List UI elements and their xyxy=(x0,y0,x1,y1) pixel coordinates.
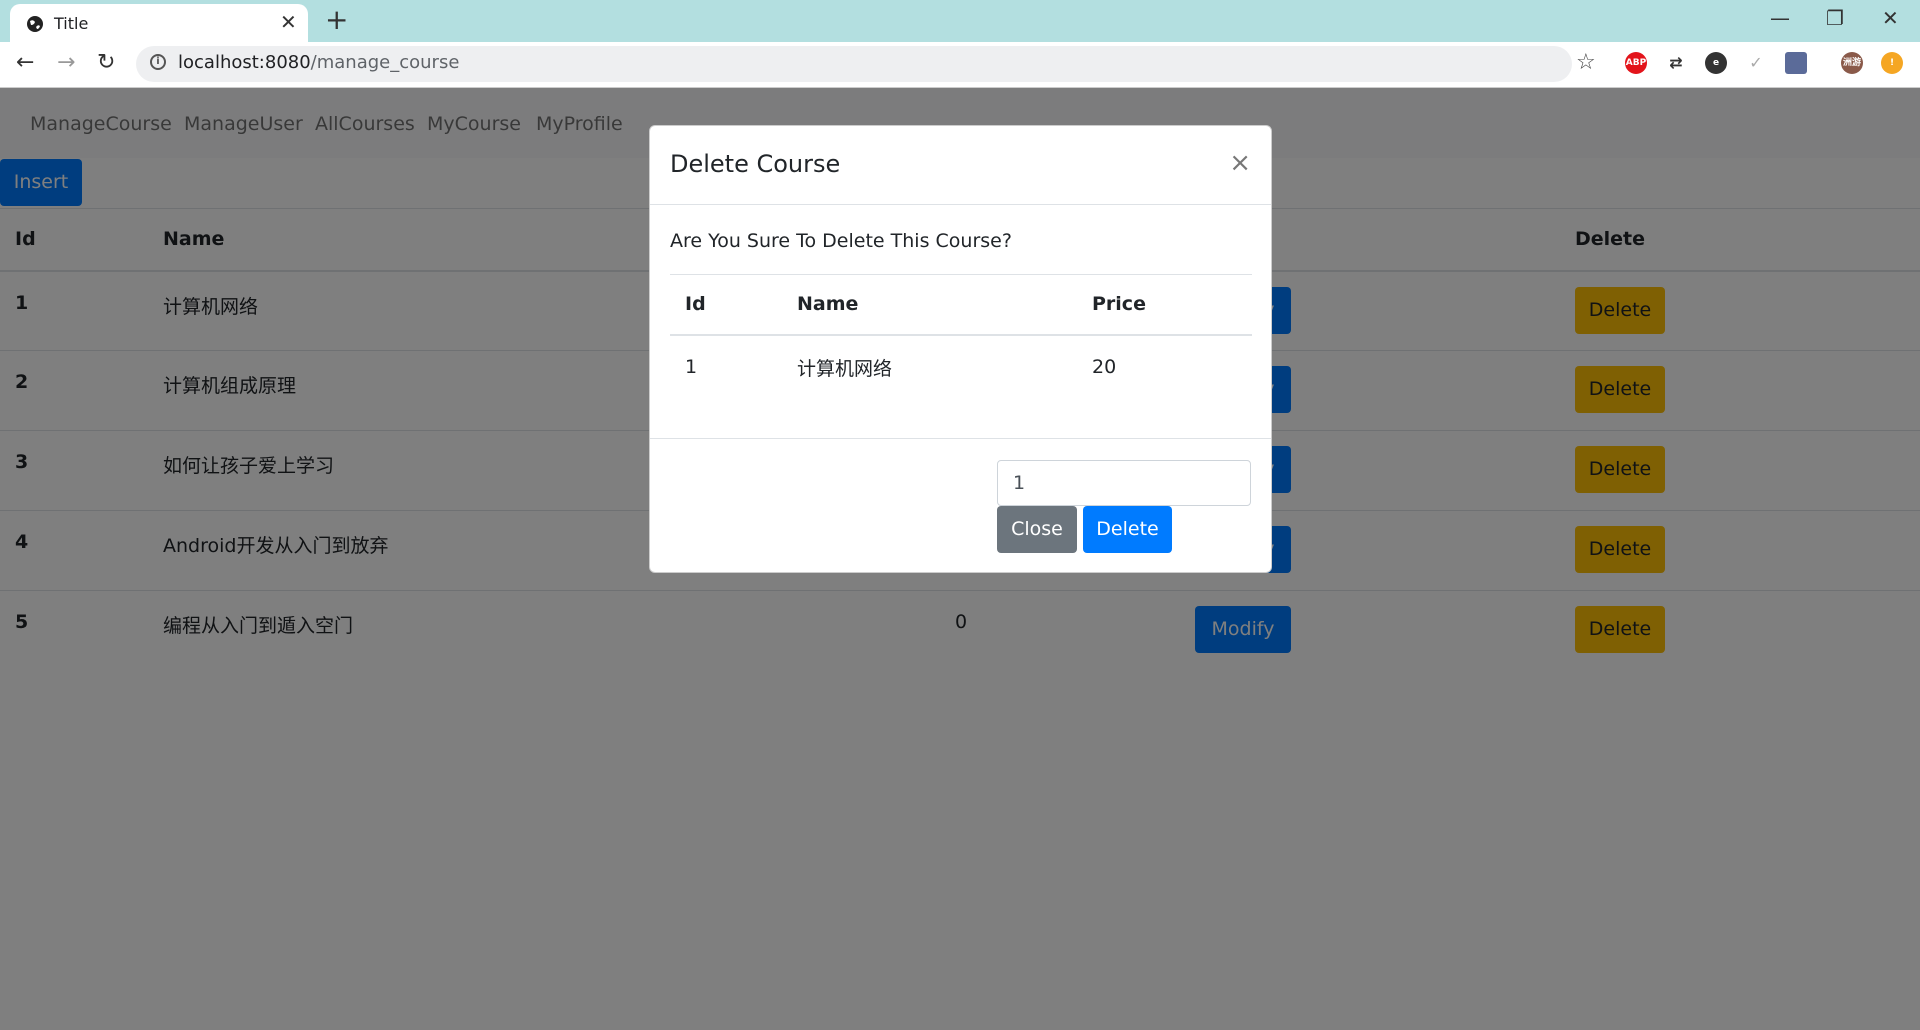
new-tab-icon[interactable]: + xyxy=(325,3,348,36)
browser-tabbar: Title ✕ + — ❐ ✕ xyxy=(0,0,1920,42)
modal-row-name: 计算机网络 xyxy=(797,357,893,380)
translate-icon[interactable]: ⇄ xyxy=(1665,52,1687,74)
restore-icon[interactable]: ❐ xyxy=(1826,6,1844,30)
modal-course-table: Id Name Price 1 计算机网络 20 xyxy=(670,274,1252,399)
globe-icon xyxy=(27,16,43,32)
modal-message: Are You Sure To Delete This Course? xyxy=(670,230,1012,252)
minimize-icon[interactable]: — xyxy=(1770,6,1790,30)
bookmark-star-icon[interactable]: ☆ xyxy=(1576,50,1596,75)
site-info-icon[interactable]: i xyxy=(150,54,166,70)
window-extension-icon[interactable] xyxy=(1785,52,1807,74)
window-close-icon[interactable]: ✕ xyxy=(1882,6,1899,30)
reload-icon[interactable]: ↻ xyxy=(97,50,115,75)
profile-avatar[interactable]: 洲游 xyxy=(1841,52,1863,74)
course-id-input[interactable] xyxy=(997,460,1251,506)
confirm-delete-button[interactable]: Delete xyxy=(1083,506,1172,553)
modal-header: Delete Course × xyxy=(650,126,1271,205)
url-text[interactable]: localhost:8080/manage_course xyxy=(178,52,459,73)
modal-header-id: Id xyxy=(670,274,782,336)
modal-row-id: 1 xyxy=(685,356,698,378)
modal-table-header: Id Name Price xyxy=(670,274,1252,336)
close-button[interactable]: Close xyxy=(997,506,1077,553)
extension-e-icon[interactable]: e xyxy=(1705,52,1727,74)
modal-header-price: Price xyxy=(1077,274,1252,336)
check-extension-icon[interactable]: ✓ xyxy=(1745,52,1767,74)
modal-header-name: Name xyxy=(782,274,1077,336)
modal-close-icon[interactable]: × xyxy=(1229,148,1251,178)
update-alert-icon[interactable]: ! xyxy=(1881,52,1903,74)
back-icon[interactable]: ← xyxy=(16,50,34,75)
modal-title: Delete Course xyxy=(670,150,841,178)
delete-course-modal: Delete Course × Are You Sure To Delete T… xyxy=(649,125,1272,573)
forward-icon[interactable]: → xyxy=(57,50,75,75)
browser-tab[interactable]: Title ✕ xyxy=(10,4,308,42)
modal-footer: Close Delete xyxy=(650,438,1271,574)
address-bar: ← → ↻ i localhost:8080/manage_course ☆ A… xyxy=(0,42,1920,88)
modal-row-price: 20 xyxy=(1092,356,1117,378)
tab-title: Title xyxy=(54,14,89,33)
tab-close-icon[interactable]: ✕ xyxy=(280,10,297,34)
modal-table-row: 1 计算机网络 20 xyxy=(670,335,1252,399)
adblock-icon[interactable]: ABP xyxy=(1625,52,1647,74)
